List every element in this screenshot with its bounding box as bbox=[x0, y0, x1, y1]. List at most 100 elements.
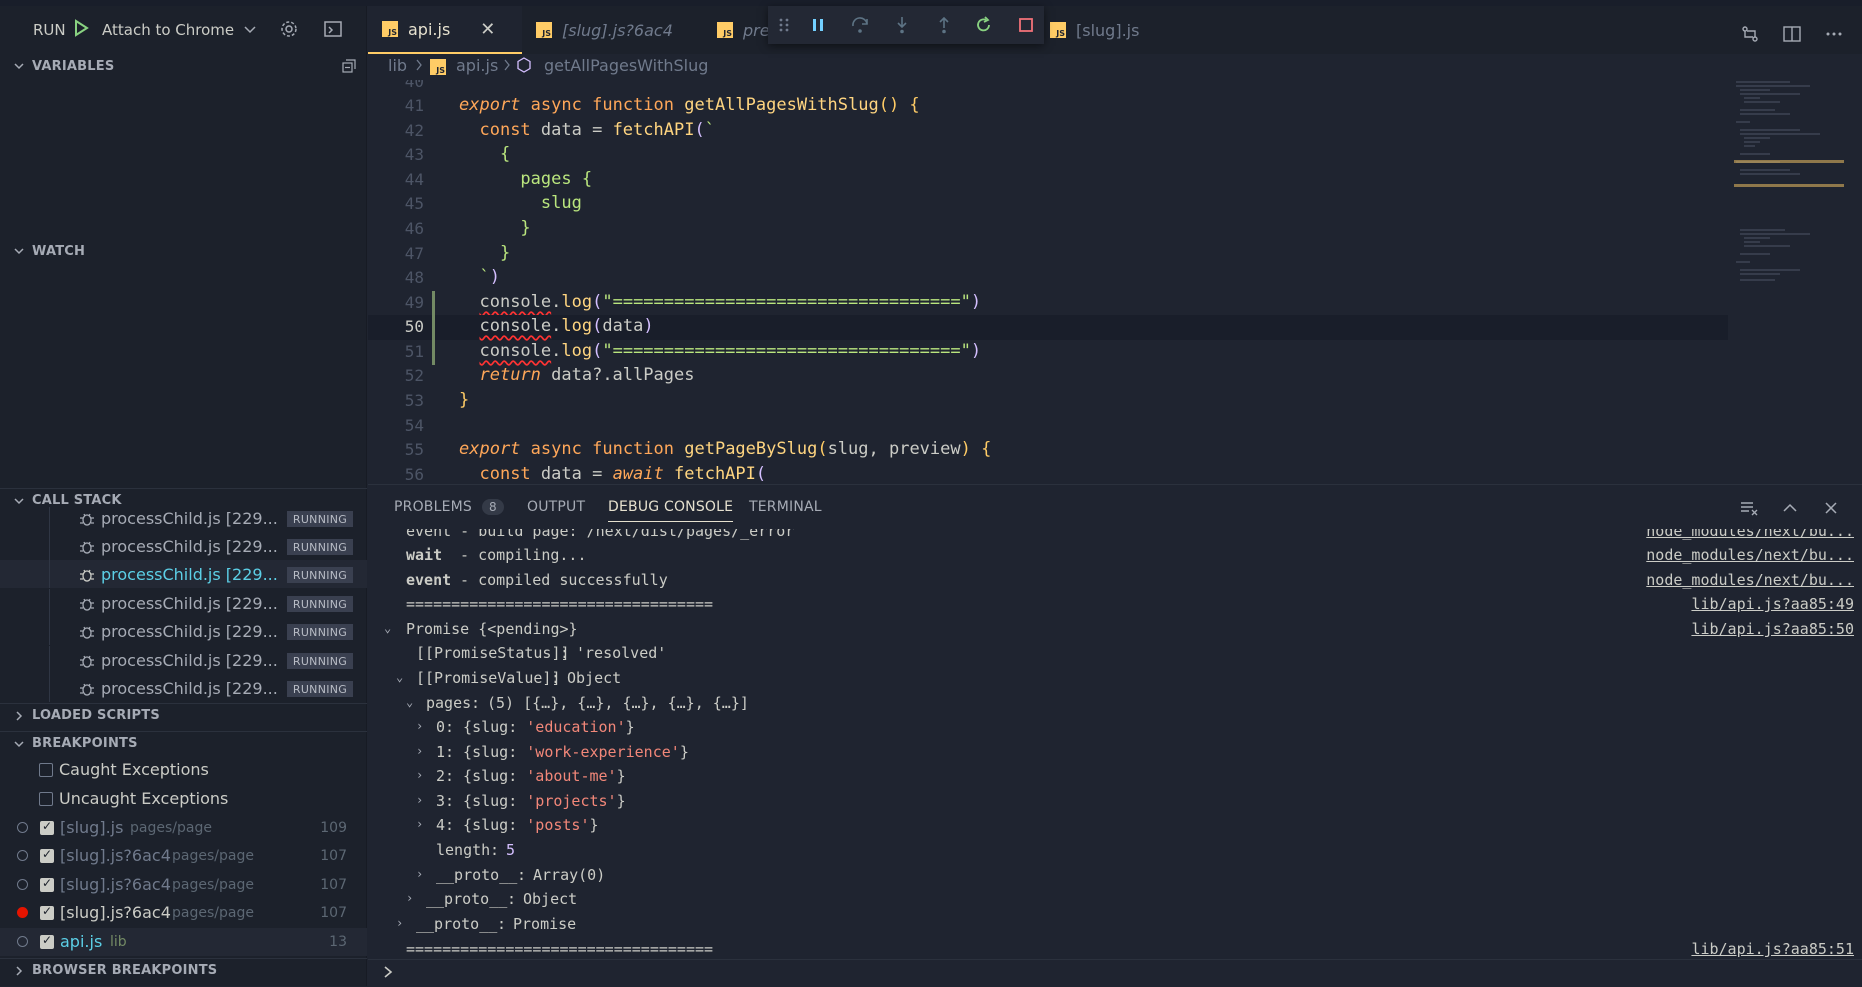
close-icon[interactable]: ✕ bbox=[480, 19, 495, 40]
breakpoint-checkbox[interactable] bbox=[40, 904, 54, 920]
call-stack-item[interactable]: processChild.js [229... RUNNING bbox=[0, 646, 367, 674]
console-tree-row[interactable]: › __proto__: Array(0) bbox=[368, 863, 1862, 888]
close-panel-icon[interactable] bbox=[1822, 499, 1840, 517]
caught-exceptions-checkbox[interactable] bbox=[39, 763, 53, 777]
console-tree-row: [[PromiseStatus]]:'resolved' bbox=[416, 644, 667, 662]
breakpoint-row-selected[interactable]: api.js lib 13 bbox=[0, 928, 367, 956]
breakpoint-row[interactable]: [slug].js?6ac4 pages/page 107 bbox=[0, 899, 367, 927]
collapse-all-icon[interactable] bbox=[341, 58, 357, 74]
call-stack-item[interactable]: processChild.js [229... RUNNING bbox=[0, 617, 367, 645]
js-file-icon: JS bbox=[1050, 22, 1066, 38]
step-into-icon[interactable] bbox=[892, 15, 912, 35]
breakpoint-row[interactable]: [slug].js pages/page 109 bbox=[0, 814, 367, 842]
breakpoint-checkbox[interactable] bbox=[40, 933, 54, 949]
section-title: VARIABLES bbox=[32, 58, 115, 74]
uncaught-exceptions-checkbox[interactable] bbox=[39, 792, 53, 806]
console-text: ================================== bbox=[406, 940, 714, 958]
console-key: 4 bbox=[436, 816, 446, 834]
console-tree-row[interactable]: › 0: {slug: 'education'} bbox=[368, 715, 1862, 740]
console-tree-row[interactable]: › 1: {slug: 'work-experience'} bbox=[368, 740, 1862, 765]
source-link[interactable]: lib/api.js?aa85:49 bbox=[1691, 595, 1854, 613]
tab-problems[interactable]: PROBLEMS 8 bbox=[394, 499, 504, 515]
console-value: 5 bbox=[506, 841, 516, 859]
line-number: 55 bbox=[404, 440, 424, 459]
breakpoint-checkbox[interactable] bbox=[40, 876, 54, 892]
call-stack-item[interactable]: processChild.js [229... RUNNING bbox=[0, 507, 367, 532]
more-actions-icon[interactable] bbox=[1824, 24, 1844, 44]
debug-console-input[interactable] bbox=[368, 959, 1862, 987]
line-number: 50 bbox=[404, 317, 424, 336]
console-tree-row[interactable]: › 3: {slug: 'projects'} bbox=[368, 789, 1862, 814]
breakpoint-file: api.js bbox=[60, 932, 103, 951]
chevron-down-icon bbox=[8, 245, 30, 257]
open-changes-icon[interactable] bbox=[1740, 24, 1760, 44]
call-stack-item[interactable]: processChild.js [229... RUNNING bbox=[0, 674, 367, 702]
drag-handle-icon[interactable] bbox=[778, 15, 790, 35]
call-stack-item-selected[interactable]: processChild.js [229... RUNNING bbox=[0, 560, 367, 588]
console-tree-row[interactable]: › 2: {slug: 'about-me'} bbox=[368, 764, 1862, 789]
function-name: getPageBySlug bbox=[684, 439, 818, 459]
breakpoint-row[interactable]: [slug].js?6ac4 pages/page 107 bbox=[0, 871, 367, 899]
run-label: RUN bbox=[33, 21, 66, 39]
breakpoint-checkbox[interactable] bbox=[40, 819, 54, 835]
source-link[interactable]: node_modules/next/bu... bbox=[1646, 529, 1854, 540]
status-badge: RUNNING bbox=[287, 653, 353, 669]
section-variables[interactable]: VARIABLES bbox=[0, 54, 367, 78]
debug-console-output[interactable]: event - build page: /next/dist/pages/_er… bbox=[368, 529, 1862, 959]
modified-gutter bbox=[432, 340, 435, 365]
minimap[interactable] bbox=[1730, 80, 1850, 380]
tab-output[interactable]: OUTPUT bbox=[527, 499, 585, 515]
breakpoint-row[interactable]: [slug].js?6ac4 pages/page 107 bbox=[0, 842, 367, 870]
console-tree-row[interactable]: ⌄ pages: (5) [{…}, {…}, {…}, {…}, {…}] bbox=[368, 691, 1862, 716]
section-title: CALL STACK bbox=[32, 493, 122, 508]
console-tree-row[interactable]: › 4: {slug: 'posts'} bbox=[368, 813, 1862, 838]
maximize-panel-icon[interactable] bbox=[1781, 499, 1799, 517]
section-browser-breakpoints[interactable]: BROWSER BREAKPOINTS bbox=[0, 958, 367, 982]
section-breakpoints[interactable]: BREAKPOINTS bbox=[0, 731, 367, 755]
breadcrumb-folder[interactable]: lib bbox=[388, 56, 407, 75]
start-debugging-icon[interactable] bbox=[72, 19, 90, 37]
step-out-icon[interactable] bbox=[934, 15, 954, 35]
gear-icon[interactable] bbox=[279, 19, 299, 39]
pause-icon[interactable] bbox=[808, 15, 828, 35]
console-tree-row[interactable]: › __proto__: Object bbox=[368, 887, 1862, 912]
section-loaded-scripts[interactable]: LOADED SCRIPTS bbox=[0, 703, 367, 727]
console-tree-row[interactable]: › __proto__: Promise bbox=[368, 912, 1862, 937]
section-title: BROWSER BREAKPOINTS bbox=[32, 963, 218, 978]
tab-slug-js[interactable]: JS [slug].js bbox=[1050, 6, 1139, 54]
section-watch[interactable]: WATCH bbox=[0, 239, 367, 263]
step-over-icon[interactable] bbox=[850, 15, 870, 35]
tab-api-js[interactable]: JS api.js ✕ bbox=[368, 6, 522, 54]
line-number: 48 bbox=[404, 268, 424, 287]
launch-config-select[interactable]: Attach to Chrome bbox=[96, 17, 263, 43]
tab-pre[interactable]: JS pre bbox=[717, 6, 770, 54]
source-link[interactable]: node_modules/next/bu... bbox=[1646, 571, 1854, 589]
code-editor[interactable]: 40 41 export async function getAllPagesWi… bbox=[368, 80, 1862, 484]
tab-slug-6ac4[interactable]: JS [slug].js?6ac4 bbox=[536, 6, 673, 54]
source-link[interactable]: lib/api.js?aa85:51 bbox=[1691, 940, 1854, 958]
console-key: [[PromiseValue]] bbox=[416, 669, 561, 687]
caught-exceptions-row[interactable]: Caught Exceptions bbox=[0, 756, 367, 784]
restart-icon[interactable] bbox=[974, 15, 994, 35]
split-editor-icon[interactable] bbox=[1782, 24, 1802, 44]
breadcrumb-file[interactable]: api.js bbox=[456, 56, 498, 75]
source-link[interactable]: node_modules/next/bu... bbox=[1646, 546, 1854, 564]
editor-tabs: JS api.js ✕ JS [slug].js?6ac4 JS pre JS … bbox=[368, 6, 1862, 54]
uncaught-exceptions-row[interactable]: Uncaught Exceptions bbox=[0, 785, 367, 813]
console-tree-row[interactable]: ⌄ Promise {<pending>} lib/api.js?aa85:50 bbox=[368, 617, 1862, 642]
breadcrumb-symbol[interactable]: getAllPagesWithSlug bbox=[544, 56, 708, 75]
breakpoint-dot-icon bbox=[17, 879, 28, 890]
source-link[interactable]: lib/api.js?aa85:50 bbox=[1691, 620, 1854, 638]
chevron-right-icon bbox=[8, 965, 30, 977]
call-stack-item[interactable]: processChild.js [229... RUNNING bbox=[0, 532, 367, 560]
chevron-down-icon bbox=[8, 495, 30, 507]
debug-console-icon[interactable] bbox=[323, 19, 343, 39]
console-tree-row[interactable]: ⌄ [[PromiseValue]]: Object bbox=[368, 666, 1862, 691]
tab-terminal[interactable]: TERMINAL bbox=[749, 499, 822, 515]
call-stack-item[interactable]: processChild.js [229... RUNNING bbox=[0, 589, 367, 617]
clear-console-icon[interactable] bbox=[1739, 499, 1759, 517]
breakpoint-checkbox[interactable] bbox=[40, 847, 54, 863]
tab-debug-console[interactable]: DEBUG CONSOLE bbox=[608, 499, 734, 522]
chevron-right-icon: › bbox=[416, 768, 424, 782]
stop-icon[interactable] bbox=[1016, 15, 1036, 35]
